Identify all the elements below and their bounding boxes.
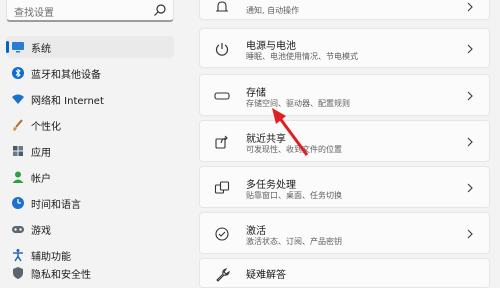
card-subtitle: 贴靠窗口、桌面、任务切换 (246, 191, 342, 200)
main-content: 通知, 自动操作 电源与电池 睡眠、电池使用情况、节电模式 存储 存储空间、驱动… (190, 0, 500, 288)
card-title: 疑难解答 (246, 270, 286, 281)
card-title: 存储 (246, 88, 266, 99)
selected-indicator (6, 41, 9, 53)
sidebar-item-label: 蓝牙和其他设备 (31, 70, 101, 81)
person-icon (12, 171, 24, 183)
sidebar-item-label: 系统 (31, 44, 51, 55)
wrench-icon (216, 268, 230, 282)
card-title: 激活 (246, 226, 266, 237)
settings-card-notifications[interactable]: 通知, 自动操作 (199, 0, 490, 20)
chevron-right-icon (467, 229, 473, 239)
settings-card-nearby-share[interactable]: 就近共享 可发现性、收到文件的位置 (199, 120, 490, 162)
sidebar: 查找设置 系统 蓝牙和其他设备 网络和 Internet 个性化 应用 帐户 时… (0, 0, 190, 281)
settings-card-storage[interactable]: 存储 存储空间、驱动器、配置规则 (199, 74, 490, 116)
share-icon (215, 135, 228, 149)
sidebar-item-personalization[interactable]: 个性化 (6, 114, 174, 136)
sidebar-item-label: 时间和语言 (31, 200, 81, 211)
bell-icon (215, 1, 229, 12)
card-subtitle: 存储空间、驱动器、配置规则 (246, 99, 350, 108)
storage-icon (214, 92, 230, 100)
accessibility-icon (13, 249, 23, 262)
card-subtitle: 可发现性、收到文件的位置 (246, 145, 342, 154)
globe-clock-icon (12, 197, 24, 209)
wifi-icon (12, 94, 24, 104)
search-icon (154, 4, 166, 16)
card-subtitle: 激活状态、订阅、产品密钥 (246, 237, 342, 246)
sidebar-item-label: 个性化 (31, 122, 61, 133)
settings-card-troubleshoot[interactable]: 疑难解答 (199, 258, 490, 288)
sidebar-item-accounts[interactable]: 帐户 (6, 166, 174, 188)
sidebar-item-privacy[interactable]: 隐私和安全性 (6, 262, 174, 284)
sidebar-item-apps[interactable]: 应用 (6, 140, 174, 162)
card-title: 电源与电池 (246, 41, 296, 52)
chevron-right-icon (467, 91, 473, 101)
search-input[interactable]: 查找设置 (14, 4, 54, 19)
card-title: 多任务处理 (246, 180, 296, 191)
sidebar-item-system[interactable]: 系统 (6, 36, 174, 58)
card-subtitle: 睡眠、电池使用情况、节电模式 (246, 52, 358, 61)
check-circle-icon (215, 227, 229, 241)
card-subtitle: 通知, 自动操作 (246, 6, 300, 15)
sidebar-item-label: 隐私和安全性 (31, 270, 91, 281)
search-box[interactable]: 查找设置 (6, 0, 174, 22)
brush-icon (13, 119, 23, 131)
sidebar-item-time-language[interactable]: 时间和语言 (6, 192, 174, 214)
chevron-right-icon (467, 44, 473, 54)
sidebar-item-label: 辅助功能 (31, 252, 71, 263)
monitor-icon (12, 42, 24, 53)
shield-icon (13, 267, 23, 279)
chevron-right-icon (467, 183, 473, 193)
sidebar-item-bluetooth[interactable]: 蓝牙和其他设备 (6, 62, 174, 84)
sidebar-item-gaming[interactable]: 游戏 (6, 218, 174, 240)
bluetooth-icon (12, 67, 24, 79)
sidebar-item-network[interactable]: 网络和 Internet (6, 88, 174, 110)
sidebar-item-label: 网络和 Internet (31, 96, 104, 107)
sidebar-item-label: 帐户 (31, 174, 51, 185)
power-icon (215, 43, 229, 56)
chevron-right-icon (467, 2, 473, 12)
apps-icon (13, 146, 23, 156)
sidebar-item-label: 应用 (31, 148, 51, 159)
settings-card-activation[interactable]: 激活 激活状态、订阅、产品密钥 (199, 212, 490, 254)
card-title: 就近共享 (246, 134, 286, 145)
gamepad-icon (12, 226, 24, 233)
chevron-right-icon (467, 137, 473, 147)
settings-card-power[interactable]: 电源与电池 睡眠、电池使用情况、节电模式 (199, 28, 490, 68)
settings-card-multitasking[interactable]: 多任务处理 贴靠窗口、桌面、任务切换 (199, 166, 490, 208)
sidebar-item-label: 游戏 (31, 226, 51, 237)
multitask-icon (214, 181, 230, 194)
